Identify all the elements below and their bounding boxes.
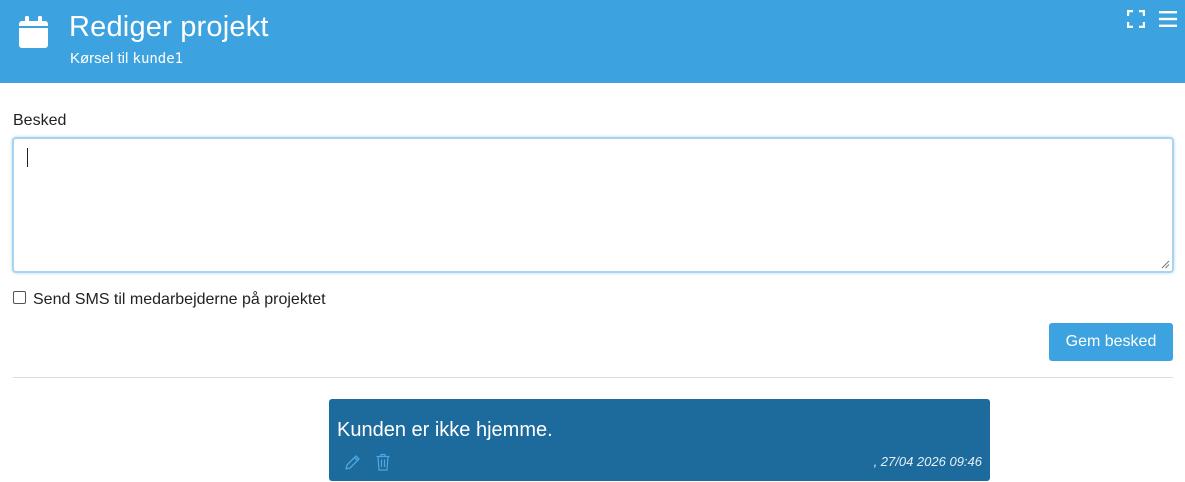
calendar-icon [19, 16, 48, 48]
sms-option: Send SMS til medarbejderne på projektet [13, 288, 326, 309]
pencil-icon[interactable] [344, 454, 361, 471]
message-timestamp: , 27/04 2026 09:46 [873, 454, 982, 469]
page-subtitle: Kørsel til kunde1 [70, 50, 183, 67]
message-textarea-frame [12, 137, 1174, 273]
fullscreen-icon[interactable] [1127, 10, 1145, 28]
message-label: Besked [13, 112, 67, 129]
hamburger-menu-icon[interactable] [1159, 11, 1177, 27]
page-header: Rediger projekt Kørsel til kunde1 [0, 0, 1185, 83]
subtitle-prefix: Kørsel til [70, 50, 133, 67]
save-message-button[interactable]: Gem besked [1049, 323, 1173, 361]
sms-checkbox[interactable] [13, 290, 26, 304]
message-card: Kunden er ikke hjemme. , 27/04 2026 09:4… [329, 399, 990, 481]
message-text: Kunden er ikke hjemme. [337, 419, 553, 441]
sms-checkbox-label[interactable]: Send SMS til medarbejderne på projektet [33, 291, 326, 309]
trash-icon[interactable] [376, 453, 390, 471]
resize-grip-icon[interactable] [1161, 260, 1170, 269]
subtitle-customer: kunde1 [132, 51, 184, 67]
message-textarea[interactable] [14, 139, 1172, 271]
text-caret [27, 148, 28, 167]
page-title: Rediger projekt [69, 11, 269, 43]
divider [13, 377, 1173, 378]
